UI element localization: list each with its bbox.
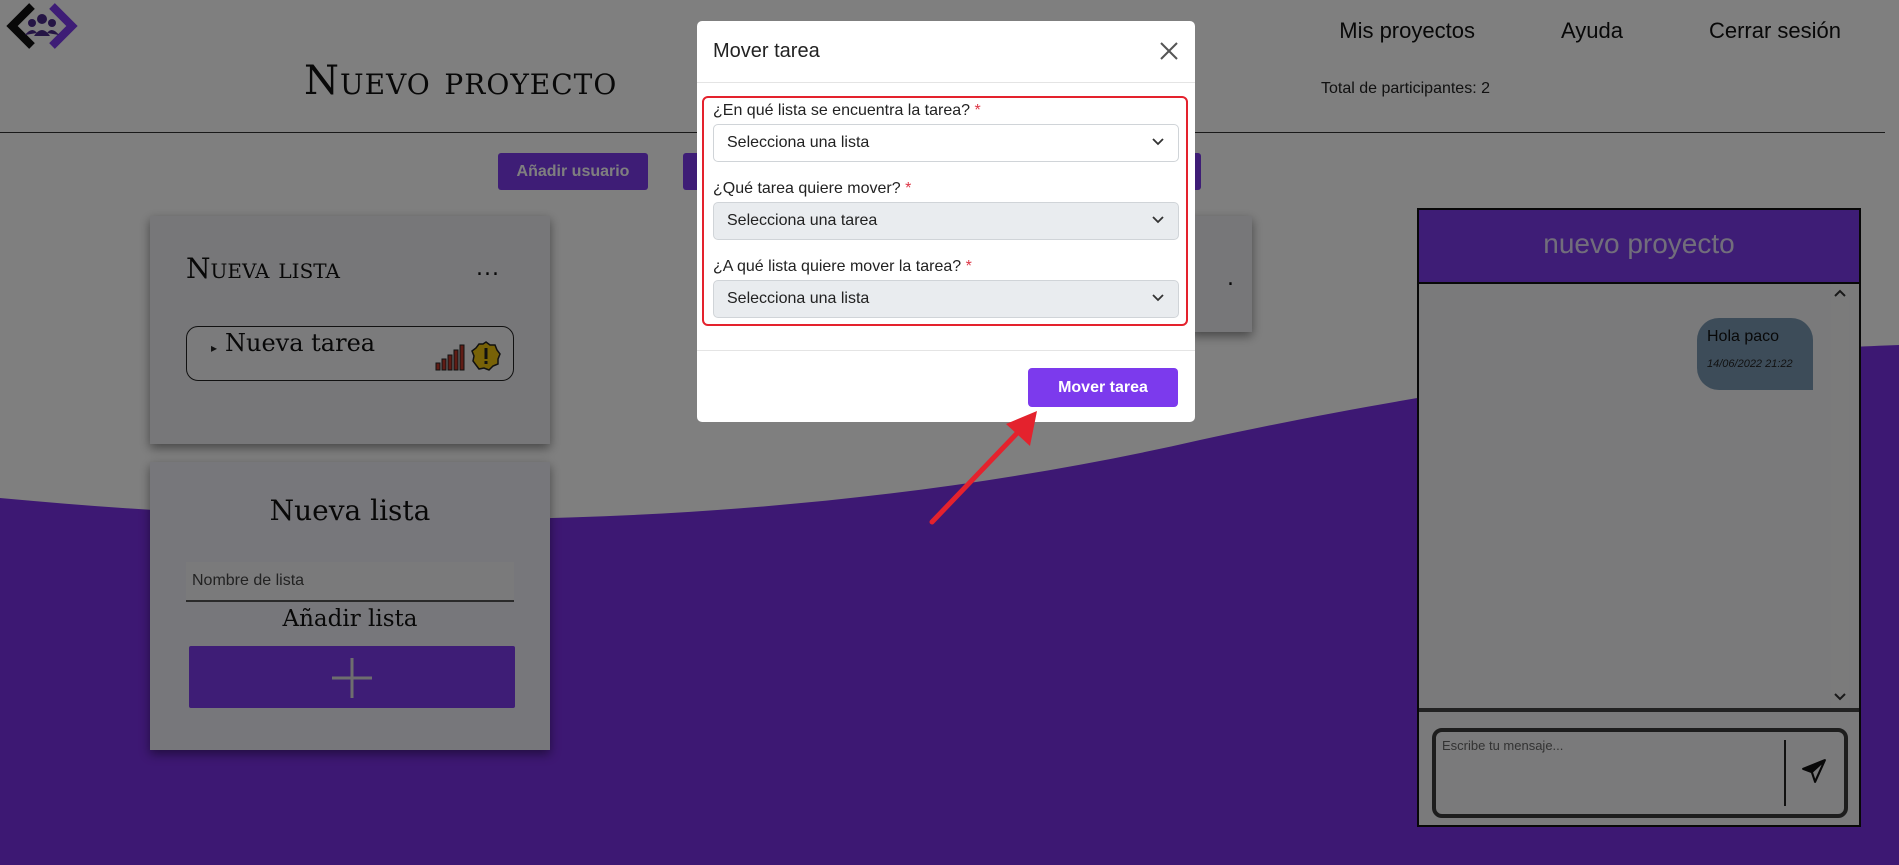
task-select[interactable]: Selecciona una tarea bbox=[713, 202, 1179, 240]
target-list-value: Selecciona una lista bbox=[727, 290, 870, 307]
modal-header: Mover tarea bbox=[697, 21, 1195, 83]
close-button[interactable] bbox=[1157, 39, 1181, 63]
source-list-label-text: ¿En qué lista se encuentra la tarea? bbox=[713, 102, 971, 119]
move-task-button[interactable]: Mover tarea bbox=[1028, 368, 1178, 407]
required-mark: * bbox=[905, 180, 912, 197]
target-list-label: ¿A qué lista quiere mover la tarea? * bbox=[713, 258, 972, 276]
chevron-down-icon bbox=[1152, 216, 1164, 224]
close-icon bbox=[1160, 42, 1178, 60]
modal-title: Mover tarea bbox=[713, 40, 820, 62]
source-list-label: ¿En qué lista se encuentra la tarea? * bbox=[713, 102, 981, 120]
chevron-down-icon bbox=[1152, 138, 1164, 146]
target-list-label-text: ¿A qué lista quiere mover la tarea? bbox=[713, 258, 962, 275]
task-label: ¿Qué tarea quiere mover? * bbox=[713, 180, 911, 198]
modal-footer-divider bbox=[697, 350, 1195, 351]
required-mark: * bbox=[974, 102, 981, 119]
move-task-modal: Mover tarea ¿En qué lista se encuentra l… bbox=[697, 21, 1195, 422]
source-list-value: Selecciona una lista bbox=[727, 134, 870, 151]
target-list-select[interactable]: Selecciona una lista bbox=[713, 280, 1179, 318]
task-value: Selecciona una tarea bbox=[727, 212, 878, 229]
required-mark: * bbox=[965, 258, 972, 275]
task-label-text: ¿Qué tarea quiere mover? bbox=[713, 180, 901, 197]
chevron-down-icon bbox=[1152, 294, 1164, 302]
source-list-select[interactable]: Selecciona una lista bbox=[713, 124, 1179, 162]
